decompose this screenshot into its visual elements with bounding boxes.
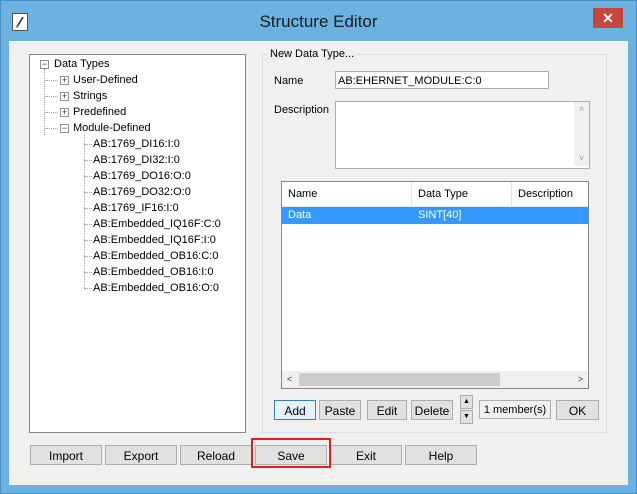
table-row[interactable]: Data SINT[40] [282,207,588,224]
dialog-client-area: − Data Types + User-Defined + Strings + … [9,41,628,485]
description-scrollbar[interactable]: ˄ ˅ [574,102,589,166]
tree-connector [84,160,92,161]
tree-connector [84,224,92,225]
tree-item-module[interactable]: AB:Embedded_OB16:C:0 [93,248,218,264]
name-label: Name [274,75,304,87]
tree-connector [44,69,45,135]
window-title: Structure Editor [259,12,378,31]
tree-item-module[interactable]: AB:Embedded_IQ16F:C:0 [93,216,221,232]
move-down-icon[interactable]: ▼ [460,410,473,424]
close-button[interactable]: ✕ [593,8,623,28]
tree-connector [84,135,85,288]
description-input[interactable]: ˄ ˅ [335,101,590,169]
description-label: Description [274,104,330,116]
tree-item-module-defined[interactable]: Module-Defined [73,120,151,136]
column-header-description[interactable]: Description [512,182,588,206]
export-button[interactable]: Export [105,445,177,465]
title-bar[interactable]: Structure Editor ✕ [1,1,636,41]
tree-item-module[interactable]: AB:Embedded_OB16:I:0 [93,264,213,280]
move-member-spinner: ▲ ▼ [460,395,473,425]
reload-button[interactable]: Reload [180,445,252,465]
member-count: 1 member(s) [479,400,551,419]
tree-connector [84,208,92,209]
tree-expand-toggle[interactable]: + [60,92,69,101]
import-button[interactable]: Import [30,445,102,465]
tree-item-module[interactable]: AB:1769_DI32:I:0 [93,152,180,168]
tree-expand-toggle[interactable]: + [60,108,69,117]
tree-connector [84,288,92,289]
scrollbar-thumb[interactable] [299,373,500,386]
tree-connector [84,272,92,273]
column-header-data-type[interactable]: Data Type [412,182,512,206]
close-icon: ✕ [602,10,614,26]
tree-connector [44,80,58,81]
tree-connector [84,144,92,145]
structure-editor-window: Structure Editor ✕ − Data Types + User-D… [0,0,637,494]
tree-connector [84,256,92,257]
ok-button[interactable]: OK [556,400,599,420]
scroll-right-icon[interactable]: > [573,372,588,387]
name-input[interactable]: AB:EHERNET_MODULE:C:0 [335,71,549,89]
tree-connector [84,240,92,241]
cell-name: Data [288,209,312,221]
scroll-up-icon[interactable]: ˄ [574,102,589,117]
move-up-icon[interactable]: ▲ [460,395,473,409]
tree-item-module[interactable]: AB:1769_DO16:O:0 [93,168,191,184]
group-label: New Data Type... [268,48,357,60]
edit-button[interactable]: Edit [367,400,407,420]
scroll-left-icon[interactable]: < [282,372,297,387]
tree-item-module[interactable]: AB:1769_IF16:I:0 [93,200,179,216]
paste-button[interactable]: Paste [319,400,361,420]
tree-item-data-types[interactable]: Data Types [54,56,109,72]
scroll-down-icon[interactable]: ˅ [574,151,589,166]
save-highlight-box [251,438,331,468]
tree-item-module[interactable]: AB:Embedded_IQ16F:I:0 [93,232,216,248]
tree-connector [44,128,58,129]
members-grid[interactable]: Name Data Type Description Data SINT[40]… [281,181,589,389]
tree-item-predefined[interactable]: Predefined [73,104,126,120]
tree-connector [44,96,58,97]
add-button[interactable]: Add [274,400,316,420]
tree-expand-toggle[interactable]: + [60,76,69,85]
tree-item-user-defined[interactable]: User-Defined [73,72,138,88]
tree-connector [84,176,92,177]
delete-button[interactable]: Delete [411,400,453,420]
grid-horizontal-scrollbar[interactable]: < > [282,371,588,388]
tree-item-module[interactable]: AB:Embedded_OB16:O:0 [93,280,219,296]
cell-description [512,207,594,224]
column-header-name[interactable]: Name [282,182,412,206]
help-button[interactable]: Help [405,445,477,465]
tree-collapse-toggle[interactable]: − [40,60,49,69]
cell-data-type: SINT[40] [418,209,462,221]
tree-connector [44,112,58,113]
data-types-tree[interactable]: − Data Types + User-Defined + Strings + … [29,54,246,433]
exit-button[interactable]: Exit [330,445,402,465]
tree-item-strings[interactable]: Strings [73,88,107,104]
tree-item-module[interactable]: AB:1769_DI16:I:0 [93,136,180,152]
tree-item-module[interactable]: AB:1769_DO32:O:0 [93,184,191,200]
tree-connector [84,192,92,193]
grid-header: Name Data Type Description [282,182,588,207]
tree-collapse-toggle[interactable]: − [60,124,69,133]
